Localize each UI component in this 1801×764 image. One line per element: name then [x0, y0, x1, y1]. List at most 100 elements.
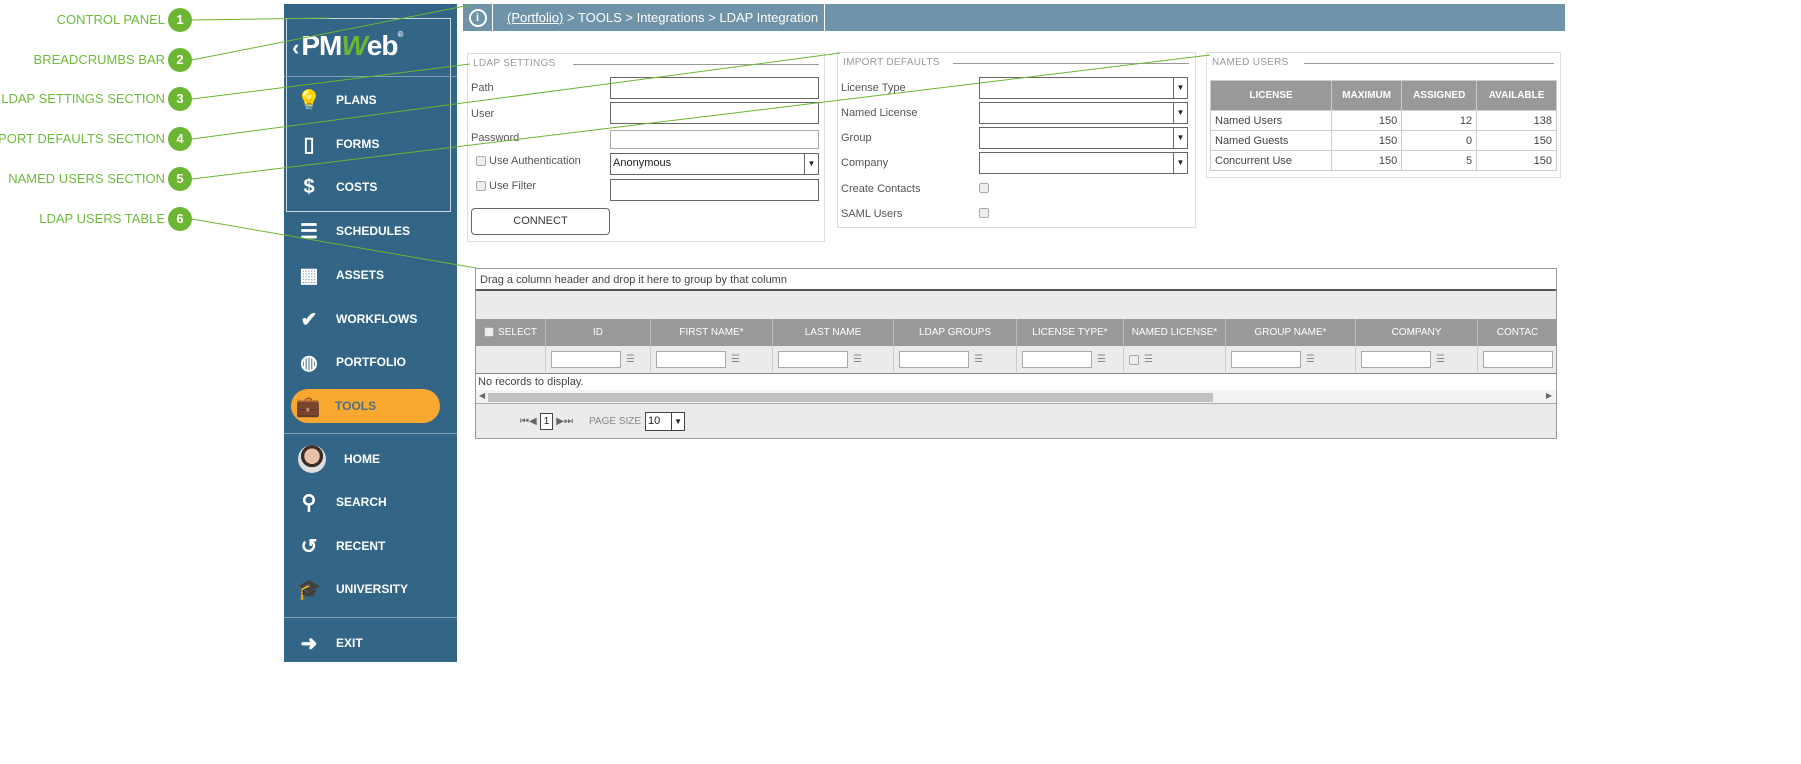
exit-icon: ➜ — [300, 632, 318, 655]
sidebar-item-university[interactable]: 🎓 UNIVERSITY — [292, 572, 440, 606]
password-input[interactable] — [610, 130, 819, 149]
named-users-table: LICENSE MAXIMUM ASSIGNED AVAILABLE Named Use… — [1209, 80, 1557, 171]
company-select[interactable]: ▼ — [979, 152, 1188, 174]
column-filter-input[interactable] — [1361, 351, 1431, 368]
annotation-number: 5 — [168, 167, 192, 191]
last-page-icon[interactable]: ⏭ — [564, 416, 573, 427]
column-header[interactable]: NAMED LICENSE* — [1124, 319, 1226, 346]
column-filter-input[interactable] — [1231, 351, 1301, 368]
sidebar-item-schedules[interactable]: ☰ SCHEDULES — [292, 214, 440, 248]
filter-icon[interactable]: ☰ — [1306, 354, 1315, 365]
filter-cell — [476, 346, 546, 374]
filter-icon[interactable]: ☰ — [1144, 354, 1153, 365]
table-cell: 150 — [1331, 110, 1403, 131]
select-all-checkbox[interactable] — [484, 327, 495, 338]
filter-icon[interactable]: ☰ — [1436, 354, 1445, 365]
use-authentication-checkbox[interactable] — [476, 156, 486, 166]
sidebar-item-label: COSTS — [336, 180, 378, 194]
page-number[interactable]: 1 — [539, 412, 554, 430]
filter-icon[interactable]: ☰ — [626, 354, 635, 365]
license-type-select[interactable]: ▼ — [979, 77, 1188, 99]
group-select[interactable]: ▼ — [979, 127, 1188, 149]
sidebar-item-recent[interactable]: ↺ RECENT — [292, 529, 440, 563]
table-cell: Named Users — [1209, 110, 1333, 131]
sidebar-item-exit[interactable]: ➜ EXIT — [292, 626, 440, 660]
column-filter-input[interactable] — [551, 351, 621, 368]
annotation-label: NAMED USERS SECTION — [8, 171, 165, 186]
sidebar-item-costs[interactable]: $ COSTS — [292, 170, 440, 204]
table-cell: 150 — [1476, 150, 1557, 171]
column-header[interactable]: FIRST NAME* — [651, 319, 773, 346]
filter-cell: ☰ — [1226, 346, 1356, 374]
sidebar-item-assets[interactable]: ▦ ASSETS — [292, 258, 440, 292]
column-filter-input[interactable] — [899, 351, 969, 368]
column-header[interactable]: SELECT — [476, 319, 546, 346]
column-header[interactable]: ID — [546, 319, 651, 346]
named-license-select[interactable]: ▼ — [979, 102, 1188, 124]
dropdown-arrow-icon[interactable]: ▼ — [1173, 128, 1187, 148]
saml-users-checkbox[interactable] — [979, 208, 989, 218]
sidebar-item-workflows[interactable]: ✔ WORKFLOWS — [292, 302, 440, 336]
named-license-filter-checkbox[interactable] — [1129, 354, 1139, 365]
info-icon[interactable]: i — [463, 4, 493, 31]
column-header[interactable]: LAST NAME — [773, 319, 894, 346]
ldap-users-table: Drag a column header and drop it here to… — [475, 268, 1557, 439]
pmweb-logo[interactable]: ‹ PMWeb® — [292, 30, 403, 62]
table-row: Named Users 150 12 138 — [1209, 110, 1557, 131]
sidebar-item-label: RECENT — [336, 539, 386, 553]
table-cell: Concurrent Use — [1209, 150, 1333, 171]
use-filter-checkbox[interactable] — [476, 181, 486, 191]
create-contacts-checkbox[interactable] — [979, 183, 989, 193]
filter-cell: ☰ — [1017, 346, 1124, 374]
sidebar-item-label: SCHEDULES — [336, 224, 411, 238]
sidebar-item-search[interactable]: ⚲ SEARCH — [292, 485, 440, 519]
filter-input[interactable] — [610, 179, 819, 201]
page-size-select[interactable]: 10 ▼ — [645, 411, 686, 431]
breadcrumb-portfolio-link[interactable]: (Portfolio) — [507, 10, 563, 25]
filter-icon[interactable]: ☰ — [853, 354, 862, 365]
column-filter-input[interactable] — [1483, 351, 1553, 368]
create-contacts-label: Create Contacts — [841, 183, 921, 195]
dropdown-arrow-icon[interactable]: ▼ — [1173, 153, 1187, 173]
column-header[interactable]: GROUP NAME* — [1226, 319, 1356, 346]
path-input[interactable] — [610, 77, 819, 99]
dropdown-arrow-icon[interactable]: ▼ — [1173, 78, 1187, 98]
column-filter-input[interactable] — [778, 351, 848, 368]
dropdown-arrow-icon[interactable]: ▼ — [804, 154, 818, 174]
sidebar-item-label: TOOLS — [335, 399, 377, 413]
connect-button[interactable]: CONNECT — [471, 208, 610, 235]
authentication-select[interactable]: Anonymous ▼ — [610, 153, 819, 175]
column-header[interactable]: LICENSE TYPE* — [1017, 319, 1124, 346]
filter-icon[interactable]: ☰ — [974, 354, 983, 365]
first-page-icon[interactable]: ⏮ — [520, 416, 529, 427]
column-filter-input[interactable] — [656, 351, 726, 368]
sidebar-item-label: WORKFLOWS — [336, 312, 418, 326]
user-label: User — [471, 108, 495, 120]
sidebar-item-plans[interactable]: 💡 PLANS — [292, 83, 440, 117]
prev-page-icon[interactable]: ◀ — [529, 416, 537, 427]
filter-cell: ☰ — [1124, 346, 1226, 374]
sidebar-item-label: PLANS — [336, 93, 377, 107]
sidebar-item-forms[interactable]: ▯ FORMS — [292, 127, 440, 161]
column-filter-input[interactable] — [1022, 351, 1092, 368]
horizontal-scrollbar[interactable]: ◀ ▶ — [476, 390, 1556, 404]
column-header[interactable]: LDAP GROUPS — [894, 319, 1017, 346]
section-title: NAMED USERS — [1212, 57, 1299, 68]
search-icon: ⚲ — [301, 491, 317, 514]
breadcrumbs-bar: i (Portfolio) > TOOLS > Integrations > L… — [463, 4, 1565, 31]
filter-icon[interactable]: ☰ — [1097, 354, 1106, 365]
column-header[interactable]: CONTAC — [1478, 319, 1556, 346]
next-page-icon[interactable]: ▶ — [556, 416, 564, 427]
user-input[interactable] — [610, 102, 819, 124]
filter-icon[interactable]: ☰ — [731, 354, 740, 365]
sidebar-item-tools[interactable]: 💼 TOOLS — [291, 389, 440, 423]
column-header: MAXIMUM — [1331, 80, 1403, 111]
column-header[interactable]: COMPANY — [1356, 319, 1478, 346]
group-by-panel[interactable]: Drag a column header and drop it here to… — [476, 269, 1556, 291]
dropdown-arrow-icon[interactable]: ▼ — [1173, 103, 1187, 123]
sidebar-item-home[interactable]: HOME — [292, 442, 440, 476]
company-label: Company — [841, 157, 889, 169]
back-chevron-icon[interactable]: ‹ — [292, 35, 299, 60]
sidebar-item-portfolio[interactable]: ◍ PORTFOLIO — [292, 345, 440, 379]
saml-users-label: SAML Users — [841, 208, 903, 220]
